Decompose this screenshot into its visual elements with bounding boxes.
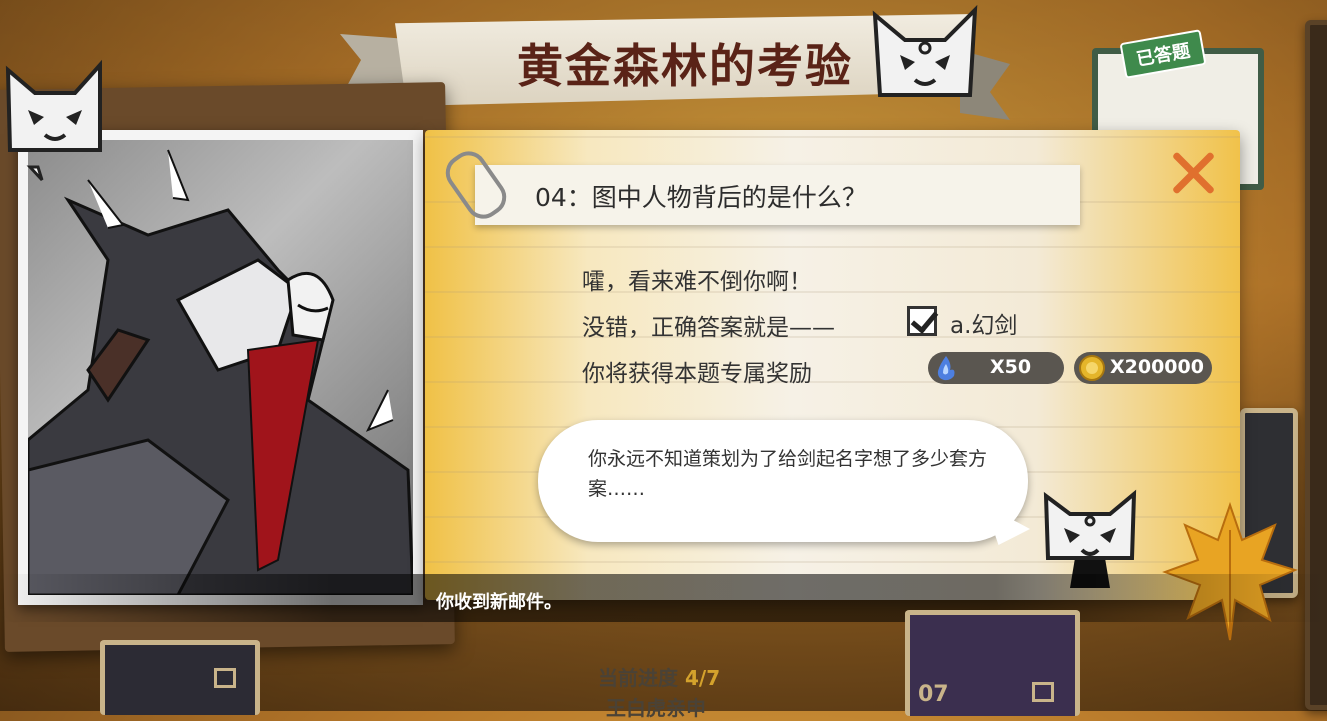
progress-label: 当前进度 4/7 [598, 662, 720, 691]
fox-mask-mascot-icon [872, 4, 978, 97]
progress-subtitle: 王白虎亲申 [606, 696, 706, 720]
maple-leaf-icon [1162, 501, 1298, 641]
gift-icon [214, 668, 236, 688]
blue-flame-icon [937, 356, 955, 381]
question-text: 04：图中人物背后的是什么？ [535, 183, 867, 212]
reward-flame: X50 [928, 352, 1064, 384]
question-photo-frame [18, 130, 423, 605]
assassin-illustration [28, 149, 413, 595]
speech-text: 你永远不知道策划为了给剑起名字想了多少套方案…… [588, 448, 988, 500]
fox-mask-speaker-icon [1043, 489, 1137, 588]
bottom-card-left[interactable] [100, 640, 260, 715]
fox-mask-mascot-icon [5, 59, 102, 182]
correct-answer: a.幻剑 [950, 313, 1018, 339]
dialog-line-2: 没错，正确答案就是—— [582, 315, 835, 341]
notification-toast [0, 574, 1327, 622]
reward-flame-amount: X50 [990, 356, 1032, 378]
close-button[interactable] [1170, 150, 1216, 196]
notification-text: 你收到新邮件。 [436, 592, 562, 613]
dialog-line-3: 你将获得本题专属奖励 [582, 361, 812, 387]
checked-checkbox-icon [907, 306, 937, 336]
reward-coin-amount: X200000 [1110, 356, 1204, 378]
dialog-line-1: 嚯，看来难不倒你啊！ [582, 269, 812, 295]
question-photo [28, 140, 413, 595]
gift-icon [1032, 682, 1054, 702]
reward-coin: X200000 [1074, 352, 1212, 384]
progress-value: 4/7 [684, 666, 721, 690]
page-title: 黄金森林的考验 [517, 39, 853, 93]
gold-coin-icon [1079, 355, 1105, 381]
progress-label-text: 当前进度 [598, 666, 678, 690]
bottom-card-number: 07 [918, 682, 949, 707]
